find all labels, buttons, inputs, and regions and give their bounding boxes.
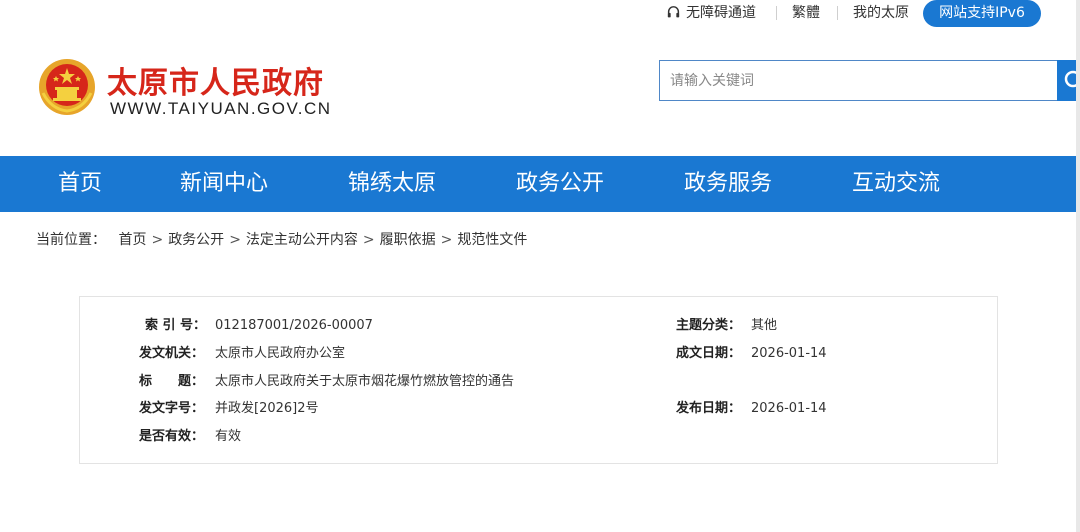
issuer-label: 发文机关： (139, 346, 205, 361)
ipv6-button[interactable]: 网站支持IPv6 (923, 0, 1041, 27)
main-nav: 首页 新闻中心 锦绣太原 政务公开 政务服务 互动交流 (0, 156, 1080, 212)
topic-label: 主题分类： (676, 318, 742, 333)
index-number-label: 索 引 号： (145, 318, 207, 333)
breadcrumb-item-normative-docs[interactable]: 规范性文件 (457, 232, 527, 248)
traditional-chinese-link[interactable]: 繁體 (792, 4, 820, 22)
nav-item-home[interactable]: 首页 (58, 156, 102, 212)
created-date-value: 2026-01-14 (751, 346, 827, 361)
nav-item-government-affairs[interactable]: 政务公开 (516, 156, 604, 212)
title-label: 标 题： (139, 374, 205, 389)
document-info-card: 索 引 号： 012187001/2026-00007 主题分类： 其他 发文机… (79, 296, 998, 464)
validity-value: 有效 (215, 429, 242, 444)
published-date-label: 发布日期： (676, 401, 742, 416)
site-title[interactable]: 太原市人民政府 (107, 58, 324, 102)
nav-item-news[interactable]: 新闻中心 (180, 156, 268, 212)
title-value: 太原市人民政府关于太原市烟花爆竹燃放管控的通告 (215, 374, 515, 389)
search-input[interactable] (660, 61, 1058, 100)
validity-label: 是否有效： (139, 429, 205, 444)
top-separator (776, 6, 777, 20)
published-date-value: 2026-01-14 (751, 401, 827, 416)
breadcrumb-separator: > (362, 232, 375, 248)
breadcrumb-item-basis[interactable]: 履职依据 (380, 232, 436, 248)
search-box (659, 60, 1058, 101)
my-taiyuan-link[interactable]: 我的太原 (853, 4, 909, 22)
headset-icon (667, 6, 680, 18)
site-url: WWW.TAIYUAN.GOV.CN (110, 99, 332, 118)
issuer-value: 太原市人民政府办公室 (215, 346, 346, 361)
doc-number-label: 发文字号： (139, 401, 205, 416)
topic-value: 其他 (751, 318, 778, 333)
nav-item-services[interactable]: 政务服务 (684, 156, 772, 212)
accessibility-link[interactable]: 无障碍通道 (667, 4, 756, 22)
top-utility-bar: 无障碍通道 繁體 我的太原 网站支持IPv6 (0, 0, 1080, 30)
breadcrumb-prefix: 当前位置： (36, 232, 106, 248)
breadcrumb-item-government-affairs[interactable]: 政务公开 (168, 232, 224, 248)
nav-item-interaction[interactable]: 互动交流 (852, 156, 940, 212)
accessibility-label: 无障碍通道 (686, 5, 756, 21)
national-emblem-logo (39, 59, 95, 115)
index-number-value: 012187001/2026-00007 (215, 318, 373, 333)
nav-item-taiyuan[interactable]: 锦绣太原 (348, 156, 436, 212)
breadcrumb-item-home[interactable]: 首页 (118, 232, 146, 248)
breadcrumb-item-statutory[interactable]: 法定主动公开内容 (246, 232, 358, 248)
breadcrumb-separator: > (151, 232, 164, 248)
breadcrumb-separator: > (440, 232, 453, 248)
index-number-field: 索 引 号： (145, 318, 206, 334)
page-scroll-edge (1076, 0, 1080, 532)
created-date-label: 成文日期： (676, 346, 742, 361)
doc-number-value: 并政发[2026]2号 (215, 401, 319, 416)
breadcrumb-separator: > (229, 232, 241, 248)
top-separator (837, 6, 838, 20)
breadcrumb: 当前位置： 首页 > 政务公开 > 法定主动公开内容 > 履职依据 > 规范性文件 (36, 231, 527, 249)
